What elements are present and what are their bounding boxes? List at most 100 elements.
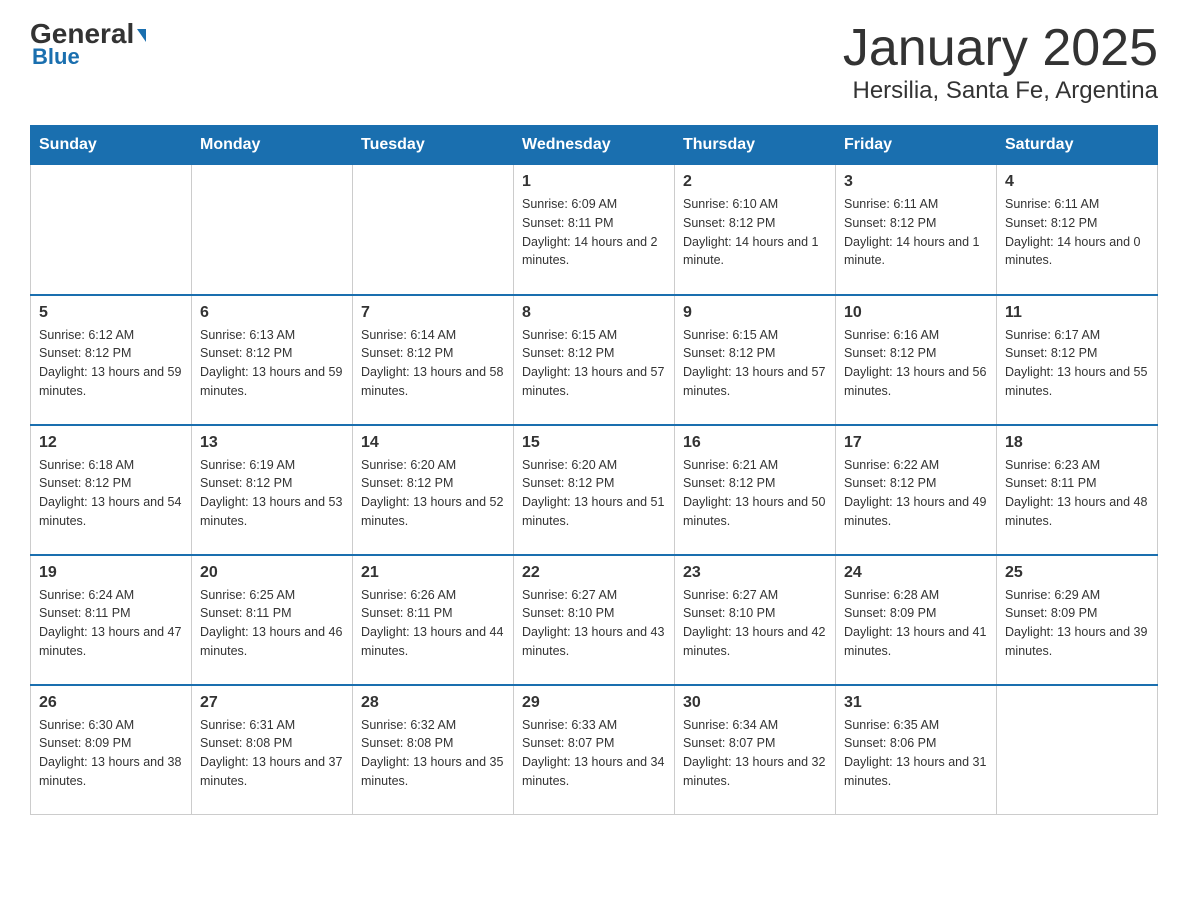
col-header-wednesday: Wednesday [514,126,675,165]
calendar-day-cell: 28 Sunrise: 6:32 AM Sunset: 8:08 PM Dayli… [353,685,514,815]
day-info: Sunrise: 6:16 AM Sunset: 8:12 PM Dayligh… [844,326,988,401]
logo-arrow-icon [137,29,146,42]
day-number: 7 [361,304,505,322]
calendar-day-cell: 7 Sunrise: 6:14 AM Sunset: 8:12 PM Daylig… [353,295,514,425]
day-info: Sunrise: 6:10 AM Sunset: 8:12 PM Dayligh… [683,195,827,270]
day-info: Sunrise: 6:14 AM Sunset: 8:12 PM Dayligh… [361,326,505,401]
col-header-saturday: Saturday [997,126,1158,165]
day-info: Sunrise: 6:26 AM Sunset: 8:11 PM Dayligh… [361,586,505,661]
logo-text-bottom: Blue [30,44,80,70]
calendar-day-cell: 12 Sunrise: 6:18 AM Sunset: 8:12 PM Dayli… [31,425,192,555]
day-info: Sunrise: 6:09 AM Sunset: 8:11 PM Dayligh… [522,195,666,270]
day-info: Sunrise: 6:30 AM Sunset: 8:09 PM Dayligh… [39,716,183,791]
col-header-tuesday: Tuesday [353,126,514,165]
day-info: Sunrise: 6:35 AM Sunset: 8:06 PM Dayligh… [844,716,988,791]
calendar-day-cell: 22 Sunrise: 6:27 AM Sunset: 8:10 PM Dayli… [514,555,675,685]
day-number: 17 [844,434,988,452]
day-info: Sunrise: 6:21 AM Sunset: 8:12 PM Dayligh… [683,456,827,531]
day-info: Sunrise: 6:17 AM Sunset: 8:12 PM Dayligh… [1005,326,1149,401]
calendar-week-row: 19 Sunrise: 6:24 AM Sunset: 8:11 PM Dayli… [31,555,1158,685]
day-info: Sunrise: 6:29 AM Sunset: 8:09 PM Dayligh… [1005,586,1149,661]
day-info: Sunrise: 6:25 AM Sunset: 8:11 PM Dayligh… [200,586,344,661]
day-number: 23 [683,564,827,582]
day-number: 8 [522,304,666,322]
day-number: 6 [200,304,344,322]
calendar-day-cell: 24Sunrise: 6:28 AM Sunset: 8:09 PM Dayli… [836,555,997,685]
calendar-day-cell: 17 Sunrise: 6:22 AM Sunset: 8:12 PM Dayli… [836,425,997,555]
calendar-day-cell [997,685,1158,815]
day-number: 30 [683,694,827,712]
calendar-day-cell [353,165,514,295]
day-info: Sunrise: 6:11 AM Sunset: 8:12 PM Dayligh… [1005,195,1149,270]
day-info: Sunrise: 6:24 AM Sunset: 8:11 PM Dayligh… [39,586,183,661]
page-subtitle: Hersilia, Santa Fe, Argentina [843,77,1158,105]
calendar-day-cell: 2Sunrise: 6:10 AM Sunset: 8:12 PM Daylig… [675,165,836,295]
calendar-day-cell: 9Sunrise: 6:15 AM Sunset: 8:12 PM Daylig… [675,295,836,425]
day-number: 1 [522,173,666,191]
day-info: Sunrise: 6:15 AM Sunset: 8:12 PM Dayligh… [683,326,827,401]
calendar-day-cell: 11 Sunrise: 6:17 AM Sunset: 8:12 PM Dayli… [997,295,1158,425]
calendar-day-cell: 27 Sunrise: 6:31 AM Sunset: 8:08 PM Dayli… [192,685,353,815]
calendar-header-row: SundayMondayTuesdayWednesdayThursdayFrid… [31,126,1158,165]
day-number: 26 [39,694,183,712]
day-number: 24 [844,564,988,582]
calendar-day-cell: 8Sunrise: 6:15 AM Sunset: 8:12 PM Daylig… [514,295,675,425]
logo: General Blue [30,20,146,70]
day-info: Sunrise: 6:12 AM Sunset: 8:12 PM Dayligh… [39,326,183,401]
calendar-day-cell [31,165,192,295]
calendar-day-cell: 30Sunrise: 6:34 AM Sunset: 8:07 PM Dayli… [675,685,836,815]
day-number: 3 [844,173,988,191]
col-header-thursday: Thursday [675,126,836,165]
calendar-week-row: 1 Sunrise: 6:09 AM Sunset: 8:11 PM Daylig… [31,165,1158,295]
calendar-day-cell: 19 Sunrise: 6:24 AM Sunset: 8:11 PM Dayli… [31,555,192,685]
calendar-table: SundayMondayTuesdayWednesdayThursdayFrid… [30,125,1158,815]
col-header-sunday: Sunday [31,126,192,165]
day-number: 22 [522,564,666,582]
calendar-day-cell: 29 Sunrise: 6:33 AM Sunset: 8:07 PM Dayli… [514,685,675,815]
day-number: 11 [1005,304,1149,322]
day-number: 21 [361,564,505,582]
day-info: Sunrise: 6:20 AM Sunset: 8:12 PM Dayligh… [361,456,505,531]
calendar-day-cell: 3 Sunrise: 6:11 AM Sunset: 8:12 PM Daylig… [836,165,997,295]
day-info: Sunrise: 6:19 AM Sunset: 8:12 PM Dayligh… [200,456,344,531]
title-block: January 2025 Hersilia, Santa Fe, Argenti… [843,20,1158,105]
day-info: Sunrise: 6:27 AM Sunset: 8:10 PM Dayligh… [683,586,827,661]
calendar-day-cell: 5 Sunrise: 6:12 AM Sunset: 8:12 PM Daylig… [31,295,192,425]
day-number: 29 [522,694,666,712]
page-title: January 2025 [843,20,1158,77]
calendar-day-cell: 20 Sunrise: 6:25 AM Sunset: 8:11 PM Dayli… [192,555,353,685]
day-info: Sunrise: 6:33 AM Sunset: 8:07 PM Dayligh… [522,716,666,791]
day-number: 5 [39,304,183,322]
day-number: 20 [200,564,344,582]
day-info: Sunrise: 6:27 AM Sunset: 8:10 PM Dayligh… [522,586,666,661]
day-number: 19 [39,564,183,582]
day-number: 12 [39,434,183,452]
day-number: 27 [200,694,344,712]
calendar-day-cell: 18 Sunrise: 6:23 AM Sunset: 8:11 PM Dayli… [997,425,1158,555]
day-info: Sunrise: 6:13 AM Sunset: 8:12 PM Dayligh… [200,326,344,401]
calendar-day-cell: 13 Sunrise: 6:19 AM Sunset: 8:12 PM Dayli… [192,425,353,555]
calendar-day-cell: 6 Sunrise: 6:13 AM Sunset: 8:12 PM Daylig… [192,295,353,425]
calendar-day-cell: 14Sunrise: 6:20 AM Sunset: 8:12 PM Dayli… [353,425,514,555]
day-info: Sunrise: 6:11 AM Sunset: 8:12 PM Dayligh… [844,195,988,270]
day-number: 18 [1005,434,1149,452]
calendar-week-row: 12 Sunrise: 6:18 AM Sunset: 8:12 PM Dayli… [31,425,1158,555]
calendar-day-cell: 10 Sunrise: 6:16 AM Sunset: 8:12 PM Dayli… [836,295,997,425]
page-header: General Blue January 2025 Hersilia, Sant… [30,20,1158,105]
day-number: 28 [361,694,505,712]
calendar-day-cell: 1 Sunrise: 6:09 AM Sunset: 8:11 PM Daylig… [514,165,675,295]
day-number: 13 [200,434,344,452]
day-info: Sunrise: 6:32 AM Sunset: 8:08 PM Dayligh… [361,716,505,791]
day-number: 16 [683,434,827,452]
day-info: Sunrise: 6:22 AM Sunset: 8:12 PM Dayligh… [844,456,988,531]
day-info: Sunrise: 6:18 AM Sunset: 8:12 PM Dayligh… [39,456,183,531]
col-header-monday: Monday [192,126,353,165]
day-info: Sunrise: 6:31 AM Sunset: 8:08 PM Dayligh… [200,716,344,791]
calendar-day-cell: 4Sunrise: 6:11 AM Sunset: 8:12 PM Daylig… [997,165,1158,295]
day-number: 31 [844,694,988,712]
day-info: Sunrise: 6:23 AM Sunset: 8:11 PM Dayligh… [1005,456,1149,531]
calendar-week-row: 5 Sunrise: 6:12 AM Sunset: 8:12 PM Daylig… [31,295,1158,425]
day-info: Sunrise: 6:20 AM Sunset: 8:12 PM Dayligh… [522,456,666,531]
calendar-day-cell: 23 Sunrise: 6:27 AM Sunset: 8:10 PM Dayli… [675,555,836,685]
day-number: 10 [844,304,988,322]
